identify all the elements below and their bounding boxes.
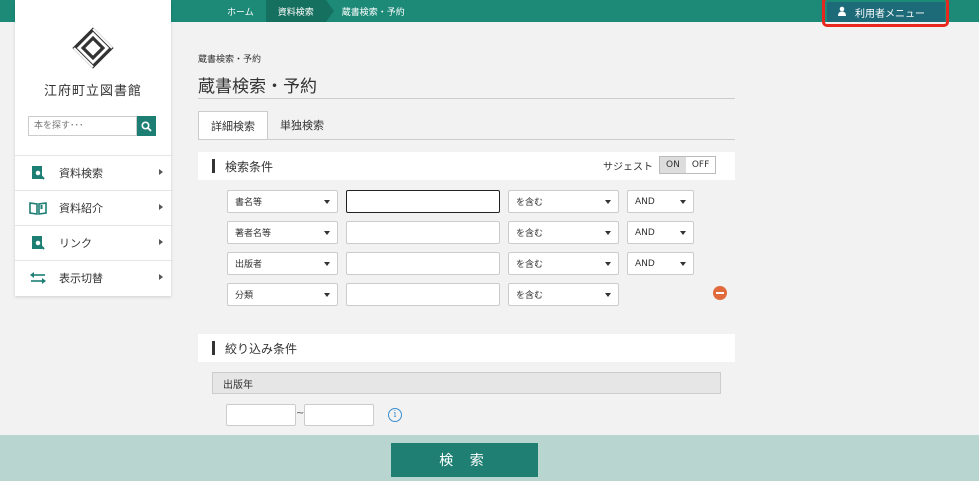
sidebar-item-material-intro[interactable]: 資料紹介 [15,190,171,225]
tab-detailed-search[interactable]: 詳細検索 [198,111,268,139]
sidebar-nav: 資料検索 資料紹介 リンク 表示切替 [15,155,171,295]
operator-select[interactable]: AND [627,252,694,275]
match-select[interactable]: を含む [508,252,619,275]
breadcrumb: ホーム 資料検索 蔵書検索・予約 [215,0,417,22]
link-search-icon [29,235,47,251]
sidebar-search-button[interactable] [137,116,156,136]
sidebar: 江府町立図書館 資料検索 資料紹介 リンク [15,0,171,296]
sidebar-item-label: 資料検索 [59,167,103,180]
match-select[interactable]: を含む [508,221,619,244]
breadcrumb-home[interactable]: ホーム [215,0,266,22]
operator-select[interactable]: AND [627,221,694,244]
suggest-toggle: ON OFF [659,156,717,174]
chevron-right-icon [159,204,163,210]
highlight-box [822,0,949,27]
sidebar-item-label: リンク [59,237,92,250]
open-book-icon [29,200,47,216]
conditions-title: 検索条件 [225,159,274,174]
keyword-input[interactable] [346,283,500,306]
year-from-input[interactable] [226,404,296,426]
swap-arrows-icon [29,270,47,286]
sidebar-item-label: 表示切替 [59,272,103,285]
operator-select[interactable]: AND [627,190,694,213]
sidebar-search-input[interactable] [28,116,137,136]
tabs-divider [198,139,735,140]
filters-title: 絞り込み条件 [225,341,298,356]
section-marker [212,341,215,355]
year-to-input[interactable] [304,404,374,426]
search-button[interactable]: 検 索 [391,443,538,477]
field-select[interactable]: 分類 [227,283,338,306]
page-breadcrumb: 蔵書検索・予約 [198,55,262,65]
publication-year-label: 出版年 [212,372,721,394]
keyword-input[interactable] [346,221,500,244]
sidebar-item-label: 資料紹介 [59,202,103,215]
field-select[interactable]: 出版者 [227,252,338,275]
match-select[interactable]: を含む [508,190,619,213]
chevron-right-icon [159,169,163,175]
page-title: 蔵書検索・予約 [198,77,317,97]
tab-single-search[interactable]: 単独検索 [268,111,336,139]
field-select[interactable]: 著者名等 [227,221,338,244]
match-select[interactable]: を含む [508,283,619,306]
suggest-label: サジェスト [603,161,653,173]
sidebar-item-links[interactable]: リンク [15,225,171,260]
field-select[interactable]: 書名等 [227,190,338,213]
title-divider [198,98,735,99]
keyword-input[interactable] [346,190,500,213]
suggest-on-button[interactable]: ON [660,157,686,173]
suggest-control: サジェスト ON OFF [603,156,717,174]
sidebar-item-material-search[interactable]: 資料検索 [15,155,171,190]
library-name: 江府町立図書館 [43,84,142,99]
sidebar-item-display-toggle[interactable]: 表示切替 [15,260,171,295]
keyword-input[interactable] [346,252,500,275]
breadcrumb-material-search[interactable]: 資料検索 [265,0,334,22]
chevron-right-icon [159,274,163,280]
remove-row-icon[interactable] [713,286,727,300]
search-tabs: 詳細検索 単独検索 [198,111,336,139]
chevron-right-icon [159,239,163,245]
suggest-off-button[interactable]: OFF [685,157,716,173]
breadcrumb-current: 蔵書検索・予約 [341,7,405,18]
search-icon [141,120,152,132]
filters-header: 絞り込み条件 [198,334,735,362]
sidebar-search [28,116,156,136]
book-search-icon [29,165,47,181]
info-icon[interactable]: i [388,408,402,422]
section-marker [212,159,215,173]
library-logo[interactable] [71,26,115,70]
